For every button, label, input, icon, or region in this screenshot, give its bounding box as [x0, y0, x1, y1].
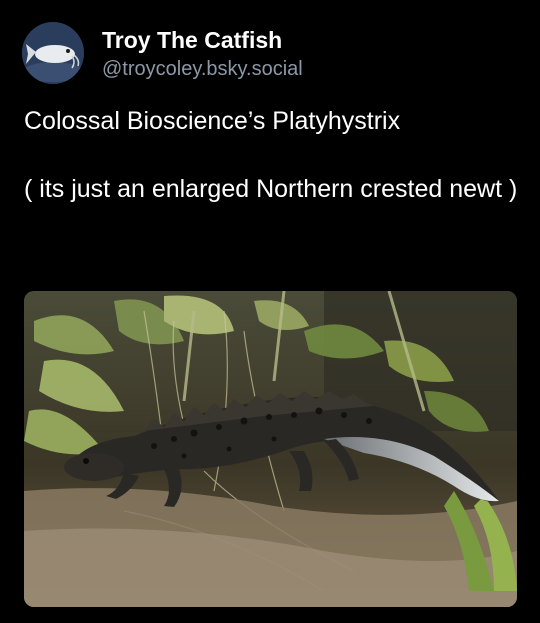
author-handle[interactable]: @troycoley.bsky.social — [102, 56, 303, 82]
post-image[interactable] — [24, 291, 517, 607]
author-info[interactable]: Troy The Catfish @troycoley.bsky.social — [102, 26, 303, 82]
post-text: Colossal Bioscience’s Platyhystrix ( its… — [24, 104, 524, 206]
avatar[interactable] — [22, 22, 84, 84]
catfish-avatar-icon — [22, 22, 84, 84]
author-display-name[interactable]: Troy The Catfish — [102, 26, 303, 54]
post-text-line: ( its just an enlarged Northern crested … — [24, 175, 518, 203]
crested-newt-photo — [24, 291, 517, 607]
post-card[interactable]: Troy The Catfish @troycoley.bsky.social … — [0, 0, 540, 623]
post-text-line: Colossal Bioscience’s Platyhystrix — [24, 107, 401, 135]
